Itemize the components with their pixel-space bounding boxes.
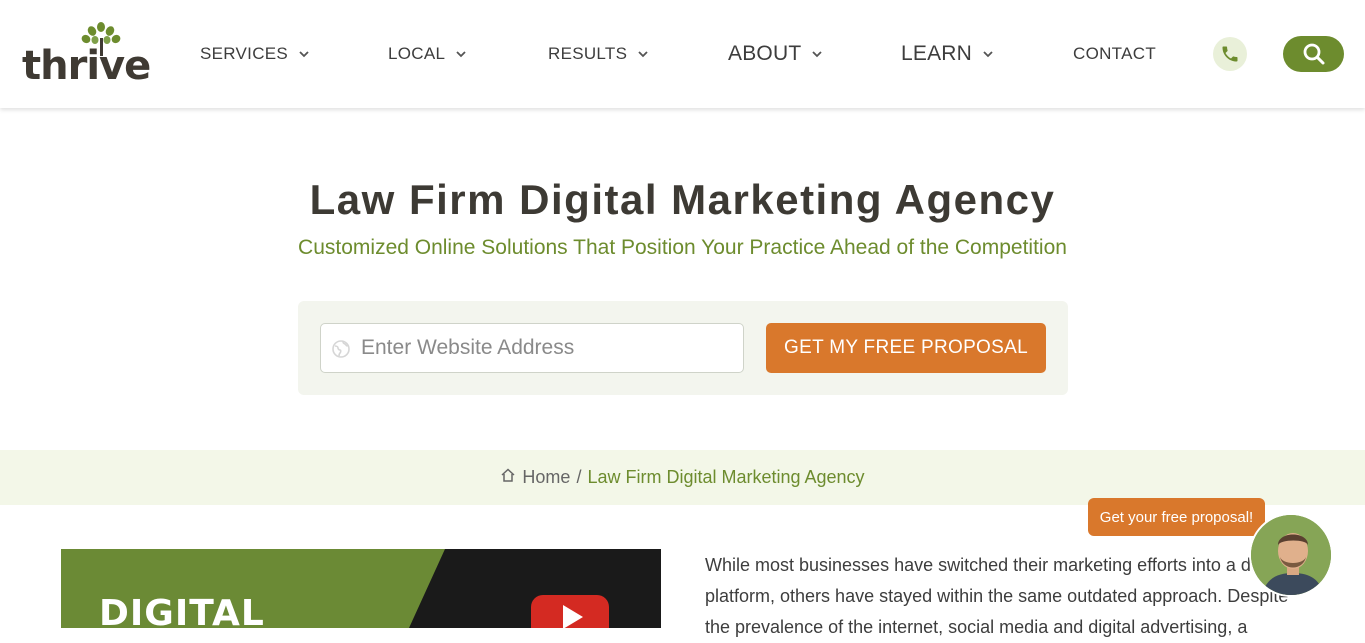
nav-item-label: ABOUT	[728, 42, 802, 65]
website-address-input[interactable]	[361, 324, 741, 372]
phone-icon	[1222, 46, 1238, 62]
nav-item-label: LOCAL	[388, 44, 446, 63]
get-free-proposal-button[interactable]: GET MY FREE PROPOSAL	[766, 323, 1046, 373]
nav-item-learn[interactable]: LEARN	[901, 41, 994, 67]
nav-item-label: RESULTS	[548, 44, 628, 63]
chevron-down-icon	[812, 51, 822, 58]
website-address-field[interactable]	[320, 323, 744, 373]
nav-item-contact[interactable]: CONTACT	[1073, 41, 1156, 67]
intro-paragraph: While most businesses have switched thei…	[705, 555, 1289, 637]
nav-item-label: LEARN	[901, 42, 973, 65]
nav-item-label: SERVICES	[200, 44, 289, 63]
nav-item-local[interactable]: LOCAL	[388, 41, 467, 67]
phone-button[interactable]	[1213, 37, 1247, 71]
site-header: thrive SERVICES LOCAL RESULTS ABOUT LEAR…	[0, 0, 1365, 108]
search-button[interactable]	[1283, 36, 1344, 72]
breadcrumb-home-link[interactable]: Home	[522, 467, 570, 488]
play-icon	[563, 605, 583, 628]
chevron-down-icon	[983, 51, 993, 58]
nav-item-about[interactable]: ABOUT	[728, 41, 823, 67]
breadcrumb-separator: /	[576, 467, 582, 487]
globe-icon	[332, 340, 350, 358]
image-heading-text: DIGITAL	[99, 593, 265, 628]
nav-item-services[interactable]: SERVICES	[200, 41, 310, 67]
chevron-down-icon	[456, 51, 466, 58]
nav-item-label: CONTACT	[1073, 44, 1156, 63]
chevron-down-icon	[299, 51, 309, 58]
feature-image: DIGITAL	[61, 549, 661, 628]
chat-prompt-bubble[interactable]: Get your free proposal!	[1088, 498, 1265, 536]
agent-portrait	[1251, 515, 1331, 595]
chevron-down-icon	[638, 51, 648, 58]
home-icon[interactable]	[500, 467, 516, 483]
breadcrumb: Home / Law Firm Digital Marketing Agency	[0, 450, 1365, 505]
chat-avatar[interactable]	[1249, 513, 1333, 597]
page-title: Law Firm Digital Marketing Agency	[309, 176, 1056, 223]
nav-item-results[interactable]: RESULTS	[548, 41, 649, 67]
proposal-form: GET MY FREE PROPOSAL	[298, 301, 1068, 395]
logo-wordmark: thrive	[22, 43, 151, 89]
search-icon	[1303, 43, 1324, 65]
page-subtitle: Customized Online Solutions That Positio…	[298, 236, 1067, 259]
thrive-logo[interactable]: thrive	[22, 22, 151, 90]
breadcrumb-current: Law Firm Digital Marketing Agency	[587, 467, 865, 487]
